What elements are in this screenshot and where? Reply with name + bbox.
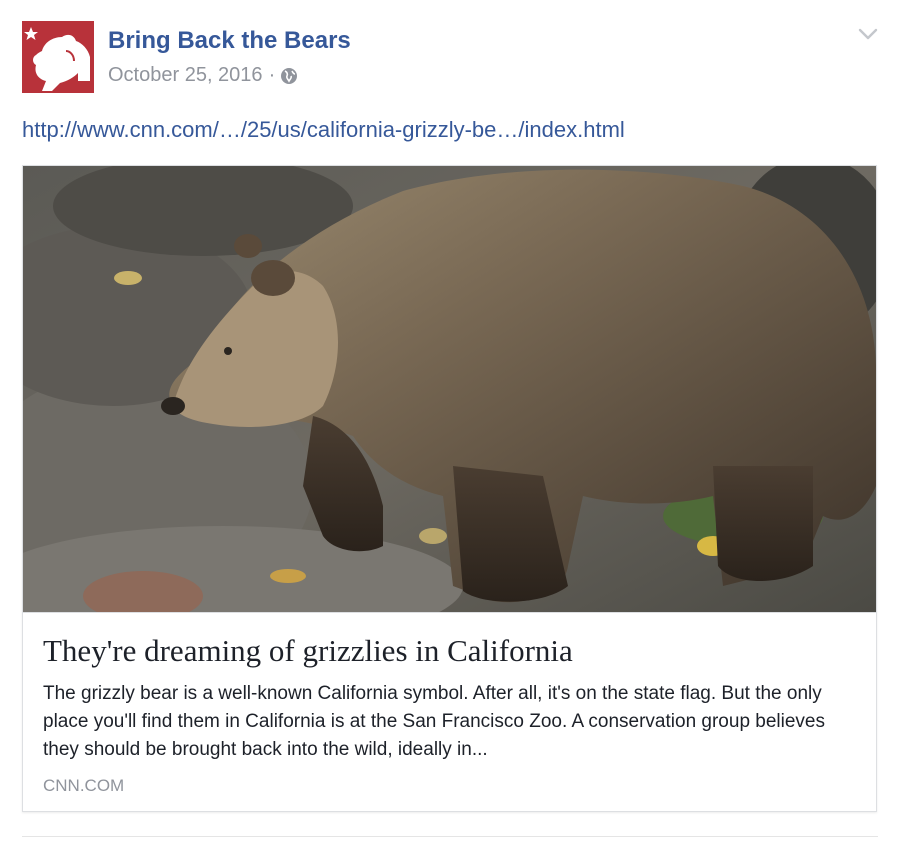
- post-date[interactable]: October 25, 2016: [108, 64, 263, 87]
- post-divider: [22, 836, 878, 837]
- preview-text-area[interactable]: They're dreaming of grizzlies in Califor…: [23, 612, 876, 811]
- page-avatar[interactable]: [22, 21, 94, 93]
- shared-url-link[interactable]: http://www.cnn.com/…/25/us/california-gr…: [22, 117, 625, 143]
- card-title[interactable]: They're dreaming of grizzlies in Califor…: [43, 633, 858, 669]
- page-name-link[interactable]: Bring Back the Bears: [108, 27, 351, 55]
- meta-separator: ·: [268, 64, 276, 86]
- post-meta: October 25, 2016 ·: [108, 64, 298, 87]
- globe-icon[interactable]: [280, 67, 298, 85]
- card-domain: CNN.COM: [43, 776, 125, 795]
- grizzly-bear-photo: [23, 166, 876, 612]
- chevron-down-icon[interactable]: [857, 26, 879, 42]
- bear-logo-icon: [22, 21, 94, 93]
- preview-image[interactable]: [23, 166, 876, 612]
- facebook-post: Bring Back the Bears October 25, 2016 · …: [0, 0, 904, 844]
- card-description: The grizzly bear is a well-known Califor…: [43, 683, 825, 760]
- link-preview-card[interactable]: They're dreaming of grizzlies in Califor…: [22, 165, 877, 812]
